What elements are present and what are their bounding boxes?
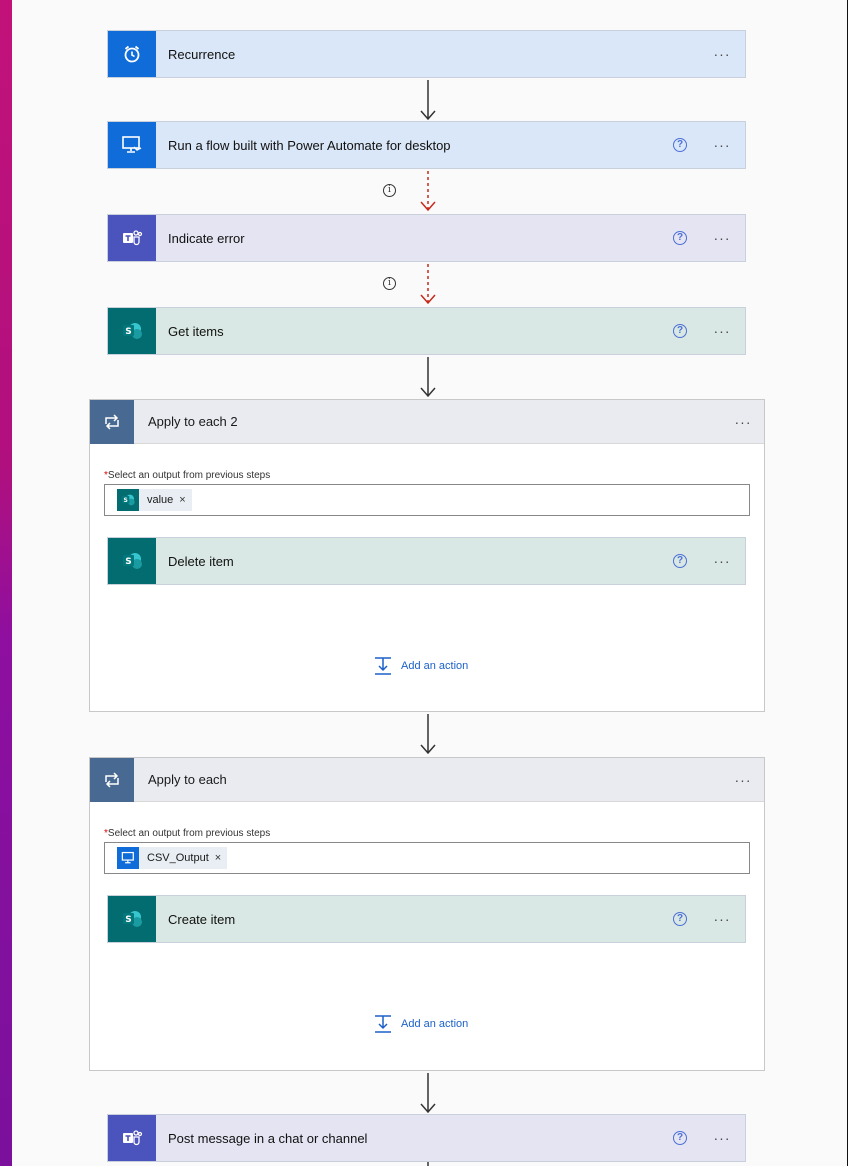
connector-arrow xyxy=(420,80,436,121)
teams-icon xyxy=(108,1115,156,1161)
help-icon[interactable]: ? xyxy=(673,138,687,152)
connector-arrow xyxy=(420,714,436,755)
step-title: Post message in a chat or channel xyxy=(168,1130,368,1146)
more-options-button[interactable]: ··· xyxy=(730,414,756,430)
more-options-button[interactable]: ··· xyxy=(709,323,735,339)
step-run-desktop-flow[interactable]: Run a flow built with Power Automate for… xyxy=(107,121,746,169)
more-options-button[interactable]: ··· xyxy=(709,553,735,569)
token-label: CSV_Output xyxy=(147,852,209,864)
select-output-label: *Select an output from previous steps xyxy=(104,828,270,839)
select-output-input[interactable]: CSV_Output × xyxy=(104,842,750,874)
token-label: value xyxy=(147,494,174,506)
desktop-flow-icon xyxy=(108,122,156,168)
apply-to-each-scope[interactable]: Apply to each ··· *Select an output from… xyxy=(89,757,765,1071)
sharepoint-icon: S xyxy=(108,308,156,354)
connector-arrow xyxy=(420,1073,436,1114)
help-icon[interactable]: ? xyxy=(673,231,687,245)
help-icon[interactable]: ? xyxy=(673,324,687,338)
more-options-button[interactable]: ··· xyxy=(709,230,735,246)
select-output-label-text: Select an output from previous steps xyxy=(107,470,271,481)
select-output-label: *Select an output from previous steps xyxy=(104,470,270,481)
run-after-error-arrow xyxy=(420,264,436,305)
run-after-info-icon[interactable]: i xyxy=(383,277,396,290)
dynamic-content-token[interactable]: S value × xyxy=(117,489,192,511)
apply-to-each-2-scope[interactable]: Apply to each 2 ··· *Select an output fr… xyxy=(89,399,765,712)
step-indicate-error[interactable]: Indicate error ? ··· xyxy=(107,214,746,262)
step-title: Run a flow built with Power Automate for… xyxy=(168,137,451,153)
help-icon[interactable]: ? xyxy=(673,912,687,926)
window-frame-accent xyxy=(0,0,12,1166)
svg-text:S: S xyxy=(124,497,128,504)
dynamic-content-token[interactable]: CSV_Output × xyxy=(117,847,228,869)
loop-title: Apply to each xyxy=(148,772,227,787)
svg-text:S: S xyxy=(125,915,131,925)
add-an-action-button[interactable]: Add an action xyxy=(373,656,468,676)
loop-icon xyxy=(90,757,134,802)
remove-token-button[interactable]: × xyxy=(215,852,221,864)
connector-arrow xyxy=(420,357,436,398)
step-post-message[interactable]: Post message in a chat or channel ? ··· xyxy=(107,1114,746,1162)
more-options-button[interactable]: ··· xyxy=(709,46,735,62)
help-icon[interactable]: ? xyxy=(673,1131,687,1145)
help-icon[interactable]: ? xyxy=(673,554,687,568)
step-title: Recurrence xyxy=(168,46,236,62)
svg-text:S: S xyxy=(125,327,131,337)
remove-token-button[interactable]: × xyxy=(179,494,185,506)
sharepoint-icon: S xyxy=(108,538,156,584)
more-options-button[interactable]: ··· xyxy=(709,1130,735,1146)
flow-designer-canvas: Recurrence ··· Run a flow built with Pow… xyxy=(12,0,848,1166)
run-after-info-icon[interactable]: i xyxy=(383,184,396,197)
connector-arrow-stub xyxy=(427,1162,429,1166)
step-delete-item[interactable]: S Delete item ? ··· xyxy=(107,537,746,585)
select-output-label-text: Select an output from previous steps xyxy=(107,828,271,839)
teams-icon xyxy=(108,215,156,261)
step-title: Get items xyxy=(168,323,224,339)
step-get-items[interactable]: S Get items ? ··· xyxy=(107,307,746,355)
step-recurrence[interactable]: Recurrence ··· xyxy=(107,30,746,78)
step-title: Create item xyxy=(168,911,236,927)
sharepoint-icon: S xyxy=(117,489,139,511)
add-action-label: Add an action xyxy=(401,1018,469,1030)
step-title: Delete item xyxy=(168,553,234,569)
add-action-icon xyxy=(375,1015,391,1033)
select-output-input[interactable]: S value × xyxy=(104,484,750,516)
desktop-flow-icon xyxy=(117,847,139,869)
more-options-button[interactable]: ··· xyxy=(709,137,735,153)
alarm-clock-icon xyxy=(108,31,156,77)
svg-text:S: S xyxy=(125,557,131,567)
step-create-item[interactable]: S Create item ? ··· xyxy=(107,895,746,943)
step-title: Indicate error xyxy=(168,230,245,246)
add-action-icon xyxy=(375,657,391,675)
loop-icon xyxy=(90,399,134,444)
more-options-button[interactable]: ··· xyxy=(730,772,756,788)
add-an-action-button[interactable]: Add an action xyxy=(373,1014,468,1034)
loop-header[interactable]: Apply to each 2 ··· xyxy=(90,399,764,444)
add-action-label: Add an action xyxy=(401,660,469,672)
loop-title: Apply to each 2 xyxy=(148,414,238,429)
run-after-error-arrow xyxy=(420,171,436,212)
more-options-button[interactable]: ··· xyxy=(709,911,735,927)
loop-header[interactable]: Apply to each ··· xyxy=(90,757,764,802)
sharepoint-icon: S xyxy=(108,896,156,942)
